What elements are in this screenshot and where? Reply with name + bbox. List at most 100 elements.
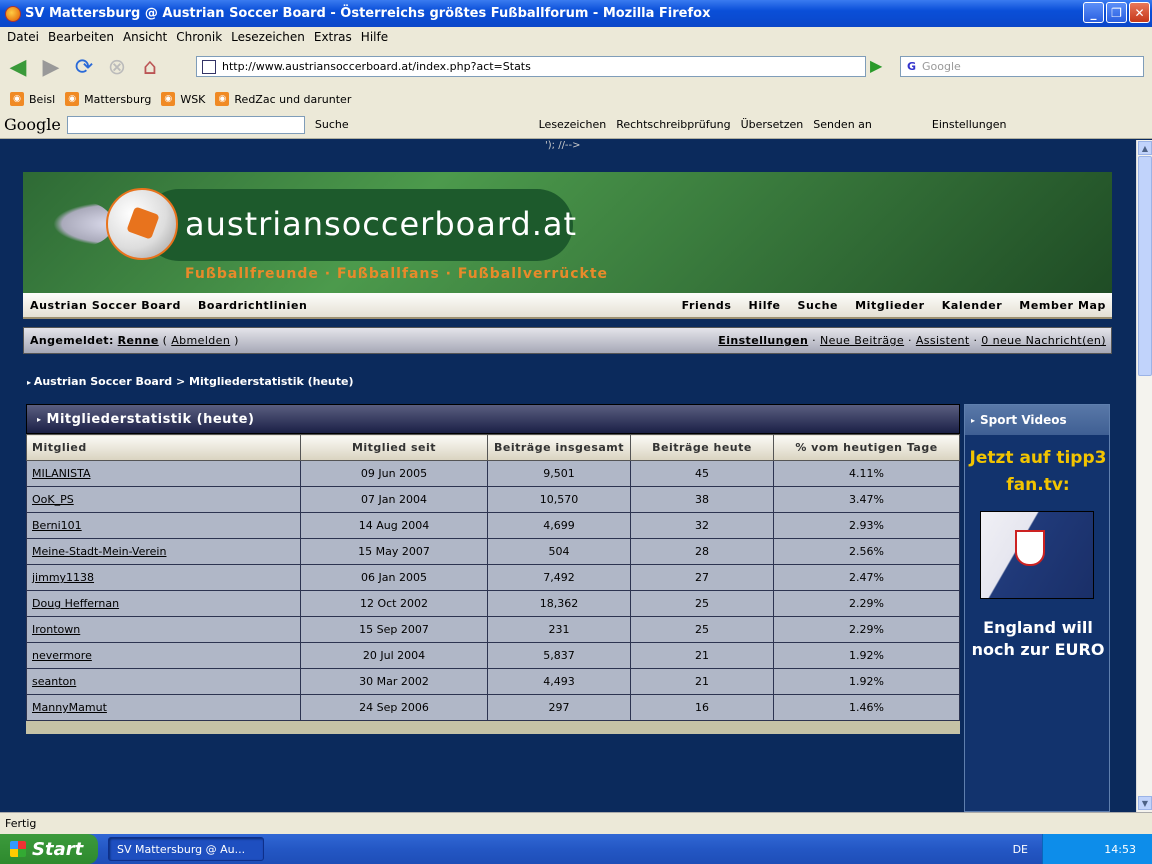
table-cell: 231 xyxy=(487,616,631,643)
home-icon[interactable]: ⌂ xyxy=(135,52,165,82)
table-row: seanton 30 Mar 2002 4,493 21 1.92% xyxy=(26,668,960,695)
member-link[interactable]: jimmy1138 xyxy=(26,564,301,591)
google-g-icon[interactable]: G xyxy=(907,60,916,73)
bookmark-redzac[interactable]: ◉ RedZac und darunter xyxy=(215,92,351,106)
google-toolbar-search-input[interactable] xyxy=(66,115,305,134)
table-cell: 1.92% xyxy=(773,642,960,669)
member-link[interactable]: Berni101 xyxy=(26,512,301,539)
breadcrumb[interactable]: Austrian Soccer Board > Mitgliederstatis… xyxy=(27,375,354,388)
nav-hilfe[interactable]: Hilfe xyxy=(749,299,781,312)
table-cell: 27 xyxy=(630,564,774,591)
ball-trail xyxy=(53,202,113,246)
send-to-button[interactable]: Senden an xyxy=(813,118,872,131)
vertical-scrollbar[interactable]: ▲ ▼ xyxy=(1136,140,1152,812)
windows-logo-icon xyxy=(10,841,26,857)
rss-icon: ◉ xyxy=(161,92,176,106)
start-button[interactable]: Start xyxy=(0,834,98,864)
table-cell: 2.29% xyxy=(773,616,960,643)
username-link[interactable]: Renne xyxy=(118,334,159,347)
table-cell: 18,362 xyxy=(487,590,631,617)
bookmark-beisl[interactable]: ◉ Beisl xyxy=(10,92,55,106)
nav-suche[interactable]: Suche xyxy=(798,299,839,312)
search-input[interactable]: G Google xyxy=(900,56,1144,77)
settings-link[interactable]: Einstellungen xyxy=(718,334,808,347)
nav-mitglieder[interactable]: Mitglieder xyxy=(855,299,925,312)
bookmark-wsk[interactable]: ◉ WSK xyxy=(161,92,205,106)
html-comment-text: '); //--> xyxy=(545,140,581,151)
stats-title: Mitgliederstatistik (heute) xyxy=(26,404,960,434)
ad-image[interactable] xyxy=(980,511,1094,599)
scroll-thumb[interactable] xyxy=(1138,156,1152,376)
member-stats-table: Mitglied Mitglied seit Beiträge insgesam… xyxy=(26,434,960,721)
close-button[interactable]: ✕ xyxy=(1129,2,1150,23)
table-cell: 4,493 xyxy=(487,668,631,695)
site-banner[interactable]: austriansoccerboard.at Fußballfreunde · … xyxy=(23,172,1112,293)
member-link[interactable]: nevermore xyxy=(26,642,301,669)
scroll-down-arrow-icon[interactable]: ▼ xyxy=(1138,796,1152,810)
menu-datei[interactable]: Datei xyxy=(7,30,39,44)
back-arrow-icon[interactable]: ◀ xyxy=(3,52,33,82)
window-titlebar: SV Mattersburg @ Austrian Soccer Board -… xyxy=(0,0,1152,27)
bookmark-label: Beisl xyxy=(29,92,56,106)
new-posts-link[interactable]: Neue Beiträge xyxy=(820,334,904,347)
logout-link[interactable]: Abmelden xyxy=(171,334,230,347)
scroll-up-arrow-icon[interactable]: ▲ xyxy=(1138,141,1152,155)
member-link[interactable]: MannyMamut xyxy=(26,694,301,721)
translate-button[interactable]: Übersetzen xyxy=(741,118,804,131)
stop-icon[interactable]: ⊗ xyxy=(102,52,132,82)
spellcheck-button[interactable]: Rechtschreibprüfung xyxy=(616,118,730,131)
reload-icon[interactable]: ⟳ xyxy=(69,52,99,82)
assistant-link[interactable]: Assistent xyxy=(916,334,970,347)
forward-arrow-icon[interactable]: ▶ xyxy=(36,52,66,82)
menu-extras[interactable]: Extras xyxy=(314,30,352,44)
page-viewport: '); //--> austriansoccerboard.at Fußball… xyxy=(0,140,1136,812)
url-bar[interactable]: http://www.austriansoccerboard.at/index.… xyxy=(196,56,866,77)
member-link[interactable]: seanton xyxy=(26,668,301,695)
minimize-button[interactable]: _ xyxy=(1083,2,1104,23)
table-cell: 7,492 xyxy=(487,564,631,591)
taskbar-firefox-window[interactable]: SV Mattersburg @ Au... xyxy=(108,837,264,861)
nav-kalender[interactable]: Kalender xyxy=(942,299,1003,312)
bookmarks-star-button[interactable]: Lesezeichen xyxy=(539,118,607,131)
table-row: OoK_PS 07 Jan 2004 10,570 38 3.47% xyxy=(26,486,960,513)
language-indicator[interactable]: DE xyxy=(1013,843,1028,856)
menu-bearbeiten[interactable]: Bearbeiten xyxy=(48,30,114,44)
menu-ansicht[interactable]: Ansicht xyxy=(123,30,167,44)
rss-icon: ◉ xyxy=(215,92,230,106)
nav-member-map[interactable]: Member Map xyxy=(1019,299,1106,312)
member-link[interactable]: Meine-Stadt-Mein-Verein xyxy=(26,538,301,565)
firefox-icon xyxy=(5,5,21,22)
table-cell: 3.47% xyxy=(773,486,960,513)
menu-hilfe[interactable]: Hilfe xyxy=(361,30,388,44)
bookmark-label: Mattersburg xyxy=(84,92,152,106)
ad-headline[interactable]: Jetzt auf tipp3 fan.tv: xyxy=(965,445,1111,499)
table-cell: 1.92% xyxy=(773,668,960,695)
table-cell: 28 xyxy=(630,538,774,565)
col-mitglied-seit: Mitglied seit xyxy=(300,434,488,461)
member-link[interactable]: Doug Heffernan xyxy=(26,590,301,617)
nav-boardrichtlinien[interactable]: Boardrichtlinien xyxy=(198,299,308,312)
site-tagline: Fußballfreunde · Fußballfans · Fußballve… xyxy=(185,266,609,282)
url-text[interactable]: http://www.austriansoccerboard.at/index.… xyxy=(222,60,531,73)
table-row: MannyMamut 24 Sep 2006 297 16 1.46% xyxy=(26,694,960,721)
bookmark-mattersburg[interactable]: ◉ Mattersburg xyxy=(65,92,151,106)
nav-austrian-soccer-board[interactable]: Austrian Soccer Board xyxy=(30,299,181,312)
settings-button[interactable]: Einstellungen xyxy=(932,118,1007,131)
menu-chronik[interactable]: Chronik xyxy=(176,30,222,44)
go-arrow-icon[interactable]: ▶ xyxy=(870,56,890,77)
member-link[interactable]: Irontown xyxy=(26,616,301,643)
table-cell: 21 xyxy=(630,668,774,695)
maximize-button[interactable]: ❐ xyxy=(1106,2,1127,23)
sport-videos-sidebar: Sport Videos Jetzt auf tipp3 fan.tv: Eng… xyxy=(964,404,1110,812)
member-link[interactable]: MILANISTA xyxy=(26,460,301,487)
forum-nav-strip: Austrian Soccer Board Boardrichtlinien F… xyxy=(23,293,1112,319)
google-search-button[interactable]: Suche xyxy=(315,118,349,131)
table-cell: 12 Oct 2002 xyxy=(300,590,488,617)
ad-caption[interactable]: England will noch zur EURO xyxy=(965,617,1111,661)
system-tray: 14:53 xyxy=(1042,834,1152,864)
nav-friends[interactable]: Friends xyxy=(682,299,732,312)
member-link[interactable]: OoK_PS xyxy=(26,486,301,513)
messages-link[interactable]: 0 neue Nachricht(en) xyxy=(981,334,1106,347)
menu-lesezeichen[interactable]: Lesezeichen xyxy=(231,30,305,44)
table-row: nevermore 20 Jul 2004 5,837 21 1.92% xyxy=(26,642,960,669)
